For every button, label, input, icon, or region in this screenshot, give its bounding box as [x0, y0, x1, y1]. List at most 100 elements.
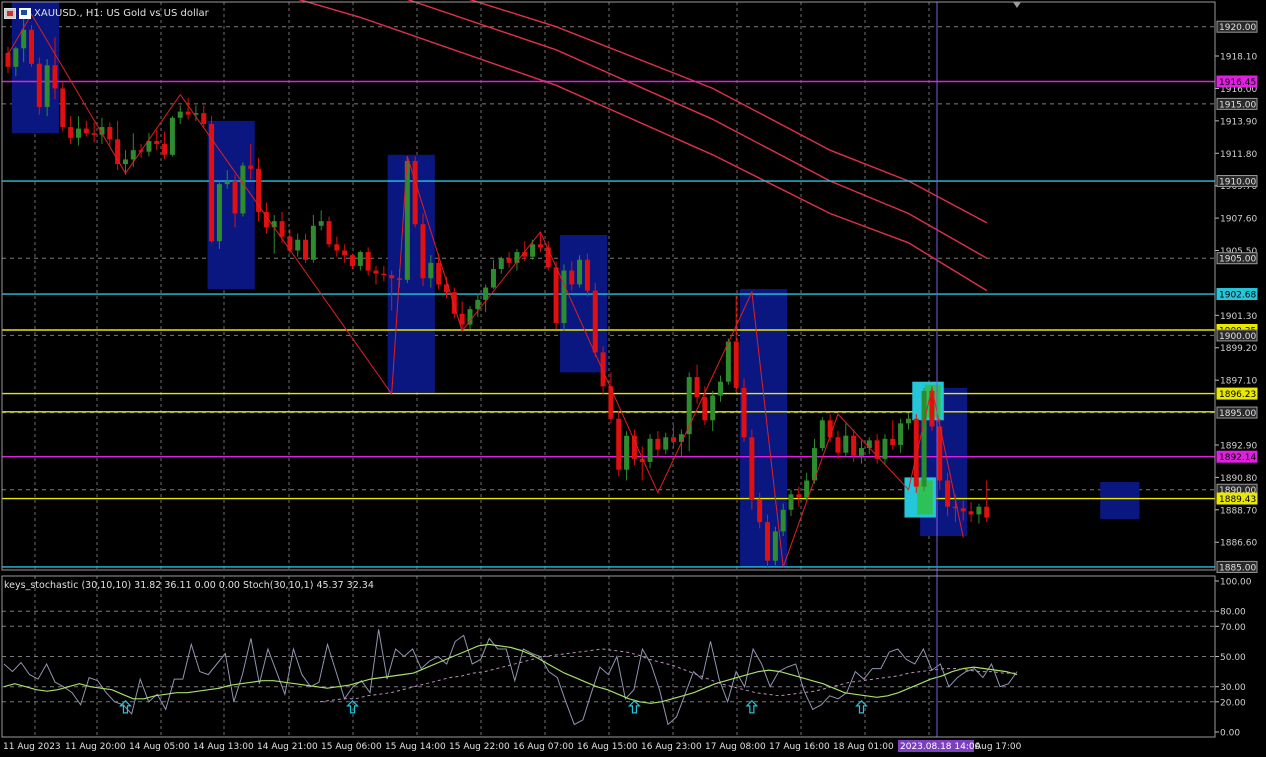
price-tick-label: 1890.80	[1220, 474, 1257, 484]
time-label: 16 Aug 23:00	[641, 742, 702, 752]
time-label: 16 Aug 07:00	[513, 742, 574, 752]
price-tick-label: 1911.80	[1220, 150, 1257, 160]
candle-body	[600, 352, 606, 387]
time-label: 17 Aug 16:00	[769, 742, 830, 752]
candle-body	[851, 435, 857, 456]
candle-body	[858, 448, 864, 456]
candle-body	[655, 438, 661, 450]
candle-body	[733, 341, 739, 388]
moving-average-line	[298, 0, 988, 292]
order-block-zone	[740, 289, 788, 567]
price-tick-label: 1899.20	[1220, 344, 1257, 354]
time-label: 14 Aug 13:00	[193, 742, 254, 752]
candle-body	[373, 270, 379, 274]
time-label: 15 Aug 14:00	[385, 742, 446, 752]
candle-body	[389, 275, 395, 279]
chart-title: XAUUSD., H1: US Gold vs US dollar	[34, 7, 209, 19]
candle-body	[921, 390, 927, 487]
time-label: 15 Aug 06:00	[321, 742, 382, 752]
candle-body	[13, 48, 19, 67]
candle-body	[342, 250, 348, 256]
candle-body	[130, 150, 136, 160]
candle-body	[420, 224, 426, 279]
candle-body	[350, 255, 356, 266]
time-label: Aug 17:00	[975, 742, 1022, 752]
candle-body	[28, 29, 34, 64]
stoch-tick-label: 20.00	[1220, 698, 1246, 708]
candle-body	[584, 259, 590, 291]
candle-body	[945, 480, 951, 507]
candle-body	[866, 440, 872, 449]
stoch-tick-label: 70.00	[1220, 623, 1246, 633]
candle-body	[749, 437, 755, 499]
candle-body	[475, 299, 481, 310]
candle-body	[5, 52, 11, 67]
stoch-tick-label: 0.00	[1220, 729, 1240, 739]
candle-body	[725, 341, 731, 382]
candle-body	[44, 65, 50, 107]
candle-body	[968, 511, 974, 515]
candle-body	[318, 221, 324, 226]
level-label: 1916.45	[1219, 78, 1256, 88]
candle-body	[765, 522, 771, 561]
candle-body	[960, 508, 966, 512]
level-label: 1902.68	[1219, 291, 1256, 301]
candle-body	[631, 435, 637, 459]
level-label: 1905.00	[1219, 255, 1256, 265]
order-block-zone	[559, 235, 608, 373]
candle-body	[381, 273, 387, 276]
price-tick-label: 1918.10	[1220, 53, 1257, 63]
crosshair-time-label: 2023.08.18 14:00	[900, 742, 981, 752]
indicator-label: keys_stochastic (30,10,10) 31.82 36.11 0…	[4, 580, 374, 591]
candle-body	[91, 133, 97, 135]
one-click-trading-icon[interactable]	[4, 7, 16, 19]
candle-body	[984, 506, 990, 518]
level-label: 1895.00	[1219, 409, 1256, 419]
time-label: 15 Aug 22:00	[449, 742, 510, 752]
candle-body	[671, 437, 677, 442]
shift-marker-icon	[1013, 2, 1021, 8]
chart-menu-icon[interactable]	[19, 7, 31, 19]
order-block-zone	[387, 154, 435, 393]
candle-body	[60, 88, 66, 128]
candle-body	[913, 418, 919, 487]
level-label: 1896.23	[1219, 390, 1256, 400]
candle-body	[412, 160, 418, 225]
moving-averages	[298, 0, 988, 292]
candle-body	[506, 258, 512, 263]
candle-body	[224, 181, 230, 185]
candle-body	[287, 236, 293, 251]
candle-body	[295, 239, 301, 251]
stoch-tick-label: 30.00	[1220, 683, 1246, 693]
candle-body	[467, 309, 473, 325]
candle-body	[154, 140, 160, 144]
candle-body	[890, 438, 896, 445]
level-label: 1892.14	[1219, 453, 1256, 463]
stoch-tick-label: 80.00	[1220, 608, 1246, 618]
candle-body	[624, 435, 630, 470]
time-axis: 11 Aug 2023 11 Aug 20:00 14 Aug 05:00 14 Au…	[3, 740, 1022, 752]
candle-body	[490, 269, 496, 288]
candle-body	[843, 435, 849, 453]
candle-body	[757, 499, 763, 523]
time-label: 18 Aug 01:00	[833, 742, 894, 752]
chart-canvas[interactable]: 1918.101916.001913.901911.801909.701907.…	[0, 0, 1266, 757]
candle-body	[710, 395, 716, 421]
candle-body	[248, 165, 254, 169]
price-tick-label: 1907.60	[1220, 215, 1257, 225]
level-label: 1900.00	[1219, 332, 1256, 342]
candle-body	[310, 225, 316, 260]
candle-body	[326, 221, 332, 245]
candle-body	[201, 113, 207, 124]
candle-body	[976, 506, 982, 515]
candle-body	[36, 63, 42, 107]
candle-body	[240, 165, 246, 214]
candle-body	[216, 184, 222, 242]
time-label: 16 Aug 15:00	[577, 742, 638, 752]
candle-body	[83, 128, 89, 134]
candle-body	[561, 270, 567, 324]
time-label: 14 Aug 05:00	[129, 742, 190, 752]
time-label: 14 Aug 21:00	[257, 742, 318, 752]
price-candles	[5, 17, 990, 567]
candle-body	[185, 111, 191, 115]
